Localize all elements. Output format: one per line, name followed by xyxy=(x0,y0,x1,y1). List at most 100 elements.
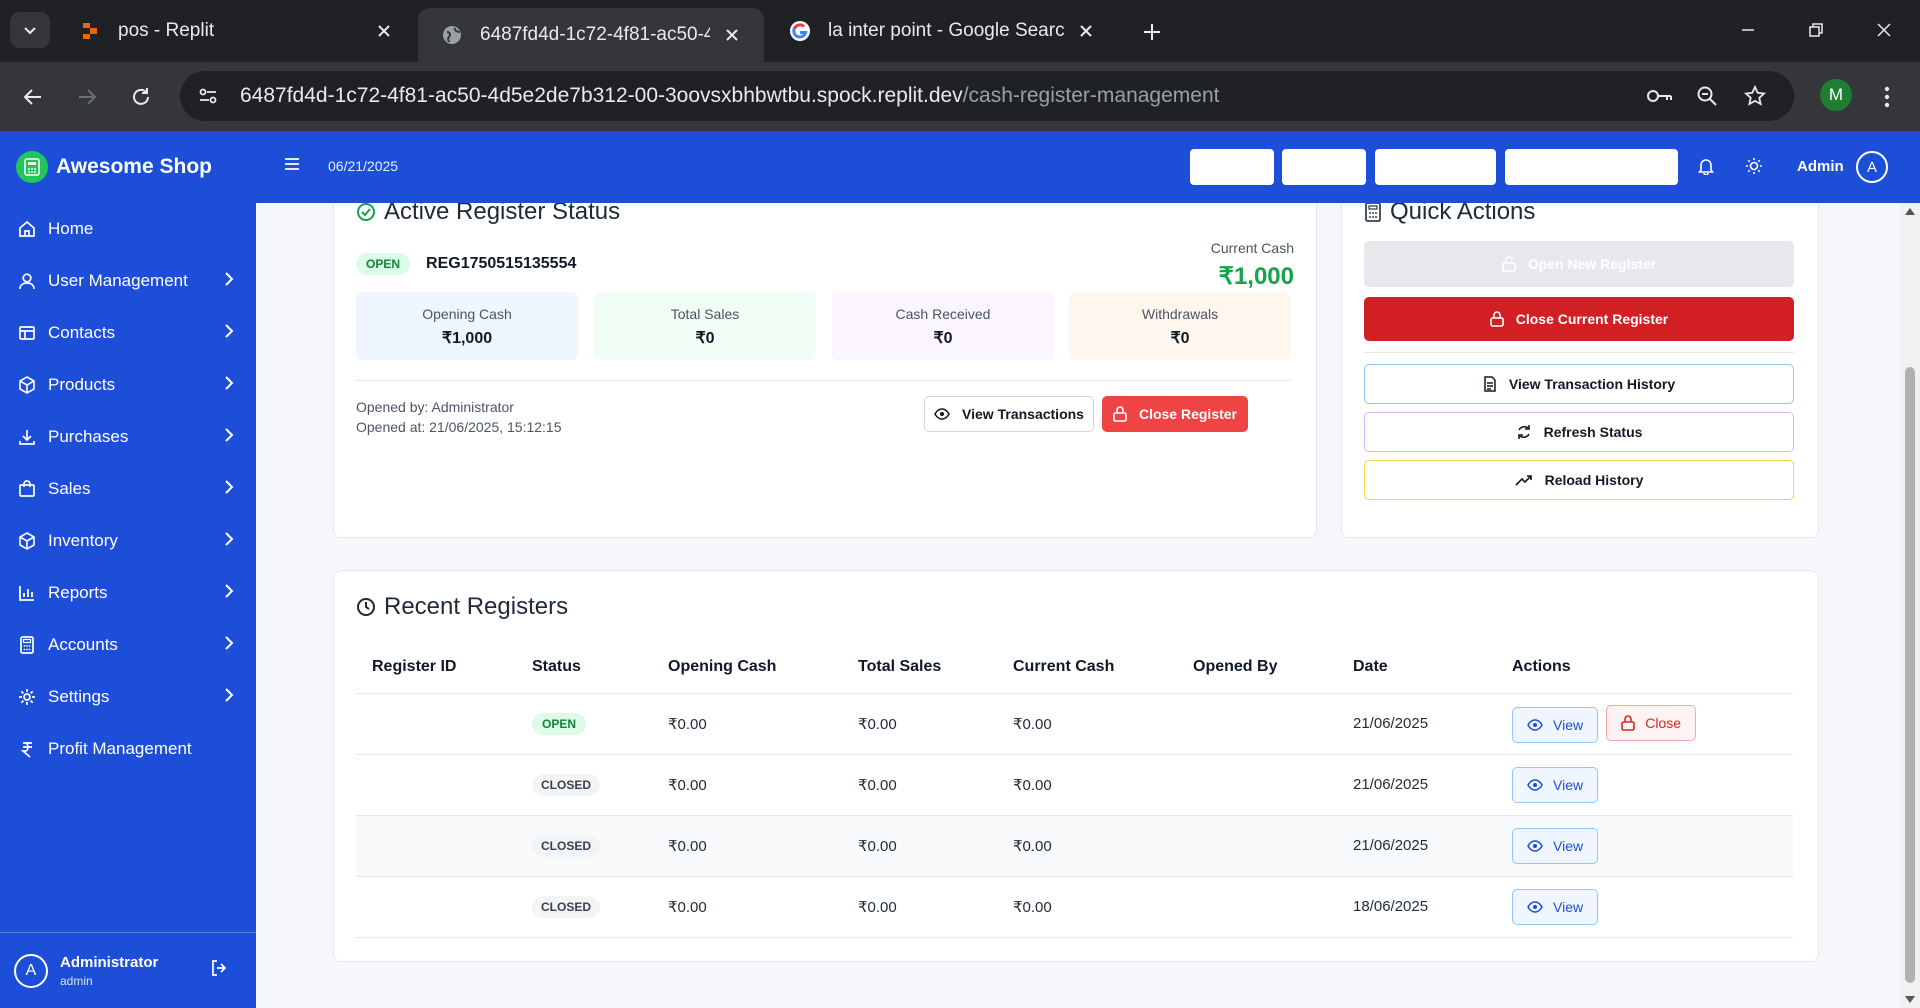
user-name: Administrator xyxy=(60,953,159,971)
sidebar-item-products[interactable]: Products xyxy=(0,359,256,411)
restore-button[interactable] xyxy=(1798,14,1834,46)
hamburger-menu-icon[interactable] xyxy=(284,157,300,171)
cell-total-sales: ₹0.00 xyxy=(842,815,997,877)
tab-title: pos - Replit xyxy=(118,20,215,41)
sidebar-item-user-management[interactable]: User Management xyxy=(0,255,256,307)
sun-icon[interactable] xyxy=(1745,157,1763,175)
sidebar-item-purchases[interactable]: Purchases xyxy=(0,411,256,463)
app-root: Awesome Shop Home User Management Contac… xyxy=(0,131,1920,1008)
brand[interactable]: Awesome Shop xyxy=(0,131,256,203)
sidebar-item-settings[interactable]: Settings xyxy=(0,671,256,723)
sidebar-item-contacts[interactable]: Contacts xyxy=(0,307,256,359)
sidebar-item-accounts[interactable]: Accounts xyxy=(0,619,256,671)
sidebar-item-home[interactable]: Home xyxy=(0,203,256,255)
forward-button[interactable] xyxy=(70,80,104,114)
arrow-right-icon xyxy=(79,89,97,105)
cell-current-cash: ₹0.00 xyxy=(997,815,1177,877)
view-transaction-history-button[interactable]: View Transaction History xyxy=(1364,364,1794,404)
box-icon xyxy=(16,374,38,396)
logout-icon[interactable] xyxy=(210,959,228,977)
sidebar-item-inventory[interactable]: Inventory xyxy=(0,515,256,567)
sidebar-item-label: Home xyxy=(48,219,94,238)
arrow-left-icon xyxy=(23,89,41,105)
sidebar-item-reports[interactable]: Reports xyxy=(0,567,256,619)
cell-status: CLOSED xyxy=(516,754,652,816)
eye-icon xyxy=(1527,718,1543,731)
browser-tab[interactable]: la inter point - Google Search xyxy=(766,8,1118,54)
sidebar-item-label: Settings xyxy=(48,687,110,706)
back-button[interactable] xyxy=(16,80,50,114)
cell-status: OPEN xyxy=(516,693,652,755)
sidebar-item-label: Contacts xyxy=(48,323,116,342)
header-button[interactable] xyxy=(1375,149,1496,185)
site-info-icon[interactable] xyxy=(186,78,230,114)
view-transactions-button[interactable]: View Transactions xyxy=(924,396,1094,432)
sidebar-user: A Administrator admin xyxy=(0,932,256,1008)
cell-current-cash: ₹0.00 xyxy=(997,876,1177,938)
kebab-menu-icon[interactable] xyxy=(1872,80,1902,114)
refresh-status-button[interactable]: Refresh Status xyxy=(1364,412,1794,452)
sidebar-item-sales[interactable]: Sales xyxy=(0,463,256,515)
cell-status: CLOSED xyxy=(516,815,652,877)
profile-avatar[interactable]: M xyxy=(1820,79,1852,111)
cell-register-id xyxy=(356,754,516,816)
browser-tab[interactable]: pos - Replit xyxy=(56,8,416,54)
quick-actions-card: Quick Actions Open New Register Close Cu… xyxy=(1341,203,1819,538)
close-icon[interactable] xyxy=(720,23,744,47)
sidebar-item-label: Sales xyxy=(48,479,91,498)
close-icon[interactable] xyxy=(1074,19,1098,43)
eye-icon xyxy=(1527,778,1543,791)
password-key-icon[interactable] xyxy=(1642,79,1676,113)
chevron-right-icon xyxy=(225,324,234,338)
chevron-right-icon xyxy=(225,272,234,286)
avatar[interactable]: A xyxy=(14,953,48,988)
zoom-icon[interactable] xyxy=(1690,79,1724,113)
avatar[interactable]: A xyxy=(1856,151,1888,183)
header-button[interactable] xyxy=(1282,149,1366,185)
close-icon[interactable] xyxy=(372,19,396,43)
header-button[interactable] xyxy=(1190,149,1274,185)
cell-register-id xyxy=(356,876,516,938)
replit-icon xyxy=(78,19,102,43)
column-header: Current Cash xyxy=(997,641,1177,694)
view-button[interactable]: View xyxy=(1512,766,1599,803)
scroll-down-icon[interactable] xyxy=(1905,996,1915,1004)
active-register-title: Active Register Status xyxy=(384,203,621,225)
cell-opening-cash: ₹0.00 xyxy=(652,693,842,755)
close-current-register-button[interactable]: Close Current Register xyxy=(1364,297,1794,341)
button-label: Refresh Status xyxy=(1543,424,1643,440)
stat-value: ₹0 xyxy=(695,330,715,347)
new-tab-button[interactable] xyxy=(1136,16,1168,48)
button-label: Reload History xyxy=(1544,472,1644,488)
column-header: Opened By xyxy=(1177,641,1337,694)
omnibox[interactable]: 6487fd4d-1c72-4f81-ac50-4d5e2de7b312-00-… xyxy=(180,71,1794,121)
scroll-up-icon[interactable] xyxy=(1905,207,1915,215)
cell-opened-by xyxy=(1177,693,1337,755)
column-header: Total Sales xyxy=(842,641,997,694)
open-new-register-button[interactable]: Open New Register xyxy=(1364,241,1794,287)
view-button[interactable]: View xyxy=(1512,888,1599,925)
header-button[interactable] xyxy=(1505,149,1678,185)
stat-value: ₹1,000 xyxy=(441,330,493,347)
page-scrollbar[interactable] xyxy=(1900,203,1920,1008)
reload-history-button[interactable]: Reload History xyxy=(1364,460,1794,500)
close-button[interactable]: Close xyxy=(1606,704,1697,741)
status-badge: OPEN xyxy=(356,253,411,275)
view-button[interactable]: View xyxy=(1512,706,1599,743)
opened-by: Opened by: Administrator xyxy=(356,399,514,415)
bell-icon[interactable] xyxy=(1698,157,1714,175)
browser-tab-active[interactable]: 6487fd4d-1c72-4f81-ac50-4d5e xyxy=(418,8,764,62)
reload-button[interactable] xyxy=(124,80,158,114)
cell-register-id xyxy=(356,815,516,877)
recent-registers-title: Recent Registers xyxy=(384,593,569,620)
tab-search-button[interactable] xyxy=(10,12,50,48)
close-window-button[interactable] xyxy=(1866,14,1902,46)
chevron-down-icon xyxy=(24,27,36,35)
minimize-button[interactable] xyxy=(1730,14,1766,46)
scrollbar-thumb[interactable] xyxy=(1905,367,1915,983)
stat-value: ₹0 xyxy=(933,330,953,347)
sidebar-item-profit-management[interactable]: Profit Management xyxy=(0,723,256,775)
view-button[interactable]: View xyxy=(1512,827,1599,864)
bookmark-star-icon[interactable] xyxy=(1738,79,1772,113)
close-register-button[interactable]: Close Register xyxy=(1102,396,1248,432)
